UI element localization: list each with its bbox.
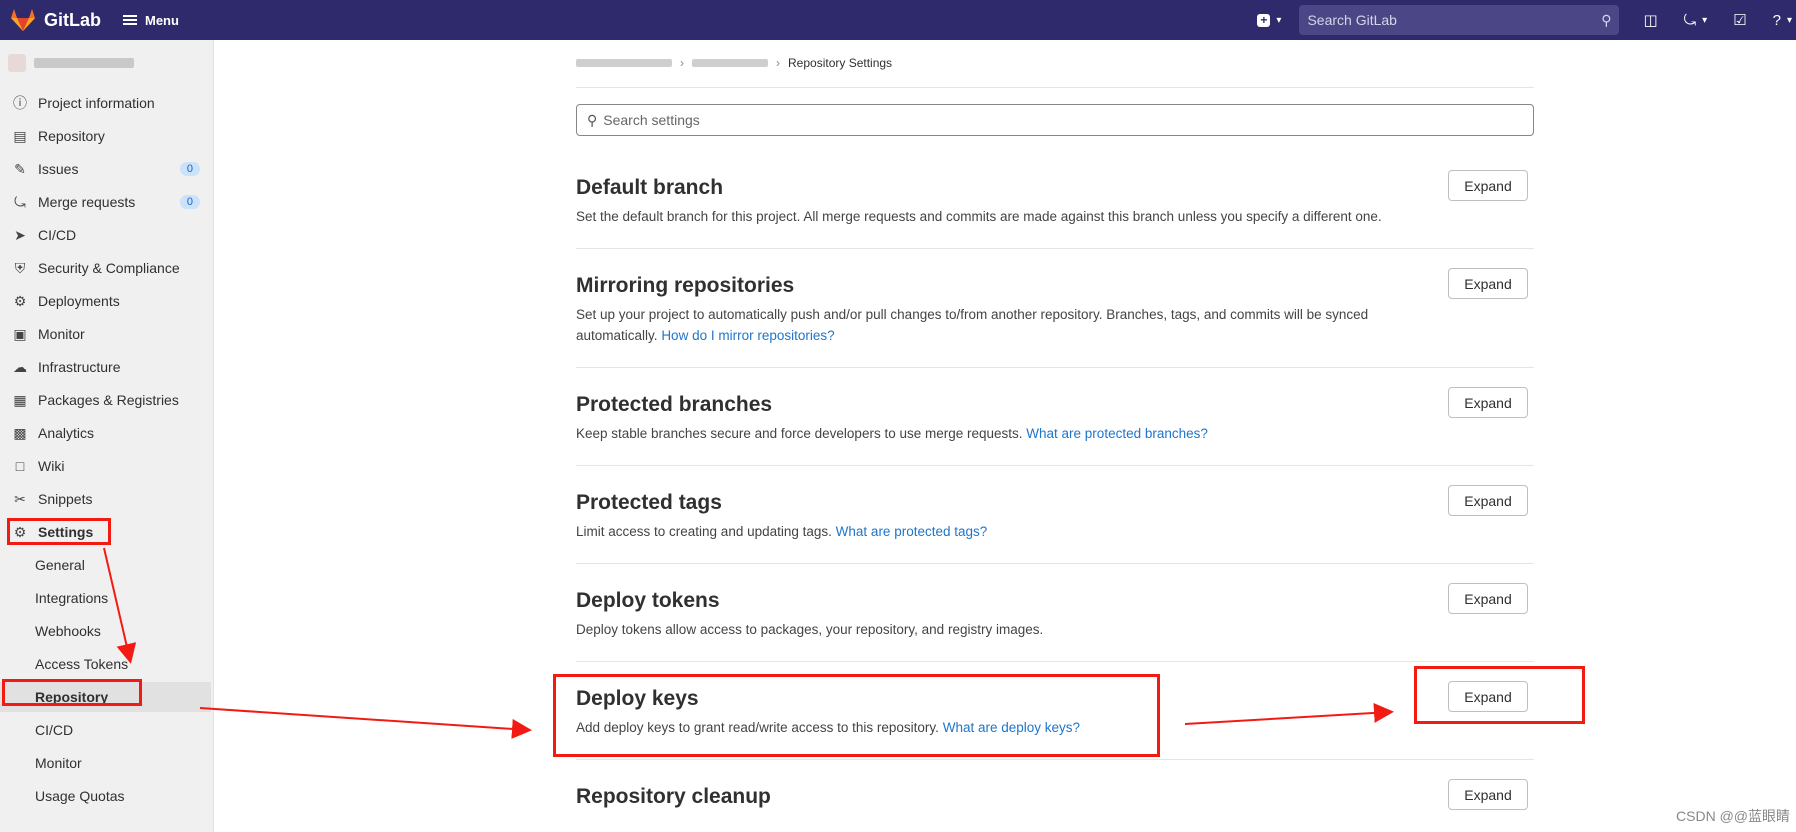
annotation-arrows (103, 547, 1394, 739)
watermark: CSDN @@蓝眼睛 (1676, 808, 1790, 824)
arrow-repository-to-deploy-keys (199, 707, 532, 739)
arrow-settings-to-repository (103, 547, 137, 664)
arrow-to-expand (1184, 702, 1394, 725)
